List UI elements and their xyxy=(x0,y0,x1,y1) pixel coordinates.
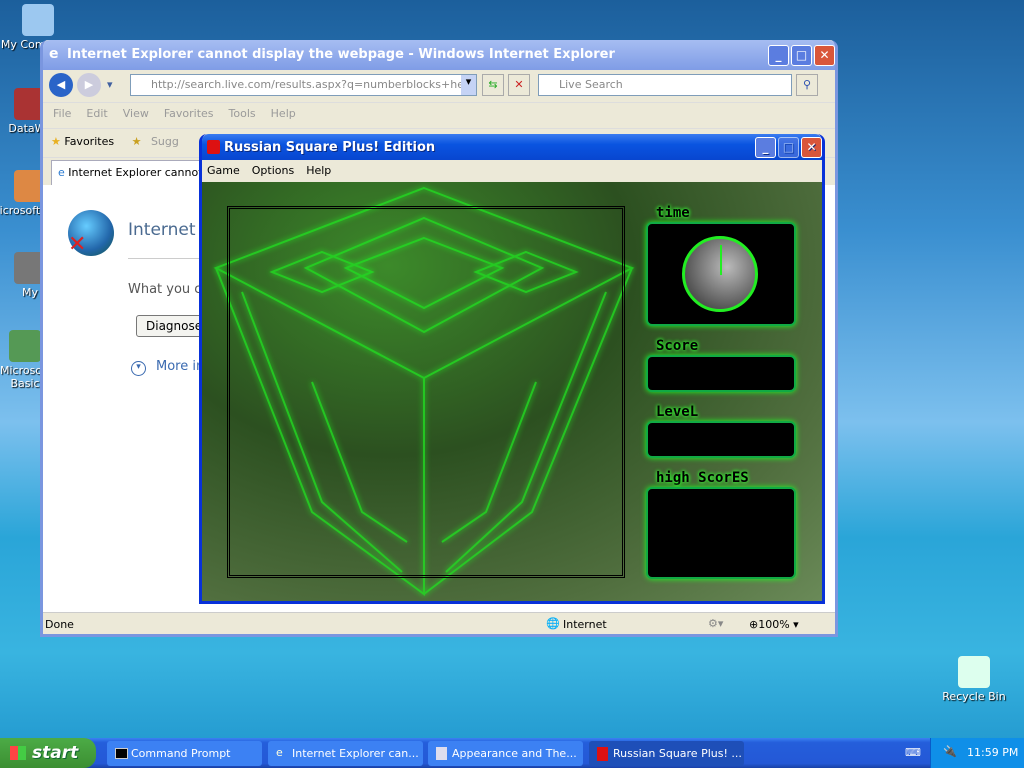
status-bar: Done 🌐 Internet ⚙▾ ⊕100% ▾ xyxy=(43,612,835,634)
timer-dial-icon xyxy=(682,236,758,312)
tab-error-page[interactable]: e Internet Explorer cannot d xyxy=(51,160,211,186)
clock[interactable]: 11:59 PM xyxy=(967,746,1018,759)
minimize-button[interactable]: _ xyxy=(768,45,789,66)
shortcut-icon xyxy=(9,330,41,362)
back-button[interactable]: ◀ xyxy=(49,73,73,97)
search-icon[interactable]: ⚲ xyxy=(796,74,818,96)
cmd-icon xyxy=(115,748,128,759)
high-scores-panel xyxy=(646,487,796,579)
menu-options[interactable]: Options xyxy=(252,164,294,177)
suggested-sites[interactable]: Sugg xyxy=(151,135,179,148)
high-scores-label: high ScorES xyxy=(656,470,749,486)
address-dropdown[interactable]: ▾ xyxy=(461,75,476,95)
windows-logo-icon xyxy=(10,746,26,760)
menu-favorites[interactable]: Favorites xyxy=(164,107,214,120)
add-favorites-icon[interactable]: ★ xyxy=(132,135,142,148)
game-app-icon xyxy=(597,747,608,761)
more-info-link[interactable]: More in xyxy=(156,359,204,374)
stop-button[interactable]: ✕ xyxy=(508,74,530,96)
security-zone: Internet xyxy=(563,618,607,631)
game-menu-bar: Game Options Help xyxy=(202,160,822,182)
score-label: Score xyxy=(656,338,699,354)
zoom-level[interactable]: ⊕100% ▾ xyxy=(749,618,799,631)
internet-zone-icon: 🌐 xyxy=(546,617,560,630)
game-minimize-button[interactable]: _ xyxy=(755,137,776,158)
recycle-bin-icon xyxy=(958,656,990,688)
computer-icon xyxy=(22,4,54,36)
ie-menu-bar: File Edit View Favorites Tools Help xyxy=(43,102,835,126)
game-area: time Score LeveL high ScorES xyxy=(202,182,822,601)
close-button[interactable]: ✕ xyxy=(814,45,835,66)
menu-edit[interactable]: Edit xyxy=(86,107,107,120)
ie-logo-icon: e xyxy=(58,166,69,179)
score-panel xyxy=(646,355,796,392)
control-panel-icon xyxy=(436,747,447,760)
status-text: Done xyxy=(45,618,74,631)
game-window: Russian Square Plus! Edition _ □ ✕ Game O… xyxy=(199,134,825,604)
menu-view[interactable]: View xyxy=(123,107,149,120)
protected-mode-icon[interactable]: ⚙▾ xyxy=(708,617,723,630)
time-panel xyxy=(646,222,796,326)
level-label: LeveL xyxy=(656,404,699,420)
favorites-button[interactable]: Favorites xyxy=(64,135,114,148)
game-app-icon xyxy=(207,140,220,154)
maximize-button[interactable]: □ xyxy=(791,45,812,66)
taskbar-item-command-prompt[interactable]: Command Prompt xyxy=(107,741,262,766)
ie-title-bar[interactable]: e Internet Explorer cannot display the w… xyxy=(43,40,835,70)
error-globe-icon: ✕ xyxy=(68,210,114,257)
taskbar-item-russian-square[interactable]: Russian Square Plus! ... xyxy=(589,741,744,766)
address-bar[interactable]: http://search.live.com/results.aspx?q=nu… xyxy=(130,74,477,96)
forward-button[interactable]: ▶ xyxy=(77,73,101,97)
menu-tools[interactable]: Tools xyxy=(229,107,256,120)
playfield[interactable] xyxy=(227,206,625,578)
favorites-star-icon: ★ xyxy=(51,135,61,148)
game-title-bar[interactable]: Russian Square Plus! Edition _ □ ✕ xyxy=(202,134,822,160)
error-description: What you ca xyxy=(128,282,210,297)
menu-help[interactable]: Help xyxy=(306,164,331,177)
time-label: time xyxy=(656,205,690,221)
desktop-icon-recycle-bin[interactable]: Recycle Bin xyxy=(934,656,1014,703)
menu-file[interactable]: File xyxy=(53,107,71,120)
system-tray: 🔌 11:59 PM xyxy=(930,738,1024,768)
ie-title: Internet Explorer cannot display the web… xyxy=(67,47,615,62)
ie-logo-icon: e xyxy=(49,46,59,62)
history-dropdown[interactable]: ▾ xyxy=(107,78,113,91)
network-icon[interactable]: 🔌 xyxy=(943,745,957,758)
taskbar: start Command Prompt e Internet Explorer … xyxy=(0,738,1024,768)
menu-game[interactable]: Game xyxy=(207,164,240,177)
search-input[interactable]: Live Search xyxy=(538,74,792,96)
zoom-icon: ⊕ xyxy=(749,618,759,631)
refresh-button[interactable]: ⇆ xyxy=(482,74,504,96)
taskbar-item-ie[interactable]: e Internet Explorer can... xyxy=(268,741,423,766)
game-title: Russian Square Plus! Edition xyxy=(224,140,436,155)
expand-icon[interactable]: ▾ xyxy=(131,361,146,376)
keyboard-icon[interactable]: ⌨ xyxy=(905,746,921,759)
level-panel xyxy=(646,421,796,458)
ie-logo-icon: e xyxy=(276,746,283,759)
game-maximize-button: □ xyxy=(778,137,799,158)
taskbar-item-appearance[interactable]: Appearance and The... xyxy=(428,741,583,766)
menu-help[interactable]: Help xyxy=(271,107,296,120)
game-close-button[interactable]: ✕ xyxy=(801,137,822,158)
start-button[interactable]: start xyxy=(0,738,96,768)
